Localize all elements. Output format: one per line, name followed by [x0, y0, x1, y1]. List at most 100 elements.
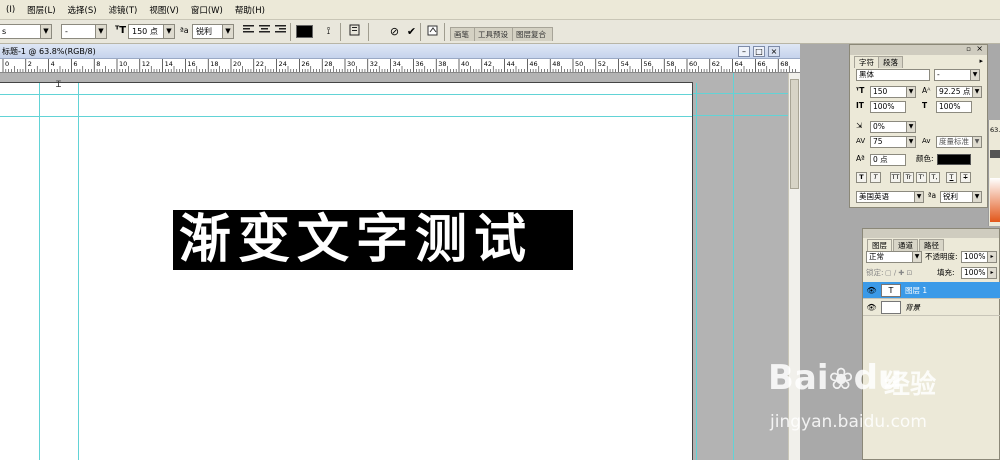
ruler-ticks: 0 2 4 6 8 10 12 14 16 18 20 22 24 26 28 30 32 34 36 38 40 42 4… — [2, 59, 796, 72]
guide-line[interactable] — [39, 83, 40, 460]
chevron-down-icon: ▼ — [972, 192, 981, 202]
leading-field[interactable]: 92.25 点 ▼ — [936, 86, 982, 98]
tab-layer-comps[interactable]: 图层复合 — [512, 27, 553, 41]
cancel-button[interactable]: ⊘ — [386, 23, 403, 40]
font-style-select[interactable]: - ▼ — [934, 69, 980, 81]
tab-layers[interactable]: 图层 — [867, 239, 892, 251]
color-ramp[interactable] — [990, 178, 1000, 222]
commit-button[interactable]: ✔ — [403, 23, 420, 40]
visibility-eye-icon[interactable]: 👁 — [866, 285, 877, 296]
tab-brushes[interactable]: 画笔 — [450, 27, 476, 41]
guide-line[interactable] — [0, 116, 692, 117]
guide-line[interactable] — [696, 83, 697, 460]
collapsed-panel[interactable]: 63. — [988, 120, 1000, 226]
subscript-button[interactable]: T, — [929, 172, 940, 183]
font-size-select[interactable]: 150 点 ▼ — [128, 24, 175, 39]
font-family-select[interactable]: s ▼ — [0, 24, 52, 39]
menu-item-image-fragment[interactable]: (I) — [0, 5, 21, 15]
superscript-button[interactable]: T' — [916, 172, 927, 183]
tab-tool-presets[interactable]: 工具预设 — [474, 27, 515, 41]
kerning-mode-value: 度量标准 — [939, 137, 969, 146]
align-left-button[interactable] — [240, 23, 257, 40]
faux-italic-button[interactable]: T — [870, 172, 881, 183]
horizontal-ruler[interactable]: 0 2 4 6 8 10 12 14 16 18 20 22 24 26 28 30 32 34 36 38 40 42 4… — [0, 59, 800, 73]
file-browser-button[interactable] — [424, 23, 441, 40]
guide-line[interactable] — [0, 94, 692, 95]
font-style-select[interactable]: - ▼ — [61, 24, 107, 39]
baseline-shift-field[interactable]: 0 点 — [870, 154, 906, 166]
font-style-value: - — [937, 70, 940, 79]
small-caps-button[interactable]: Tr — [903, 172, 914, 183]
color-swatch[interactable] — [990, 150, 1000, 158]
ruler-label: 2 — [28, 60, 32, 68]
align-center-button[interactable] — [256, 23, 273, 40]
menu-item-layer[interactable]: 图层(L) — [21, 4, 61, 16]
panel-header[interactable] — [863, 229, 999, 238]
underline-button[interactable]: T — [946, 172, 957, 183]
panel-menu-icon[interactable]: ▸ — [979, 57, 983, 65]
text-color-swatch[interactable] — [296, 25, 313, 38]
vertical-scale-field[interactable]: 100% — [870, 101, 906, 113]
kerning-field[interactable]: 75 ▼ — [870, 136, 916, 148]
kerning-mode-select[interactable]: 度量标准 ▼ — [936, 136, 982, 148]
ruler-label: 62 — [712, 60, 720, 68]
close-button[interactable]: × — [768, 46, 780, 57]
tab-paragraph[interactable]: 段落 — [878, 56, 903, 68]
document-canvas[interactable] — [0, 82, 697, 460]
layer-thumbnail: T — [881, 284, 901, 297]
menu-item-select[interactable]: 选择(S) — [62, 4, 103, 16]
chevron-down-icon: ▼ — [906, 122, 915, 132]
color-label: 颜色: — [916, 154, 934, 163]
chevron-right-icon: ▸ — [987, 268, 996, 278]
chevron-down-icon: ▼ — [40, 25, 51, 38]
font-family-select[interactable]: 黑体 — [856, 69, 930, 81]
minimize-button[interactable]: – — [738, 46, 750, 57]
menu-item-help[interactable]: 帮助(H) — [229, 4, 271, 16]
warp-text-icon: ⟟ — [326, 26, 331, 37]
document-title-bar[interactable]: 标题-1 @ 63.8%(RGB/8) – □ × — [0, 44, 800, 59]
document-title: 标题-1 @ 63.8%(RGB/8) — [2, 47, 96, 56]
lock-icons[interactable]: ▢ ∕ ✚ ⊡ — [885, 269, 912, 277]
antialias-select[interactable]: 锐利 ▼ — [940, 191, 982, 203]
fill-field[interactable]: 100% ▸ — [961, 267, 997, 279]
chevron-down-icon: ▼ — [95, 25, 106, 38]
guide-line[interactable] — [733, 73, 734, 460]
blend-mode-select[interactable]: 正常 ▼ — [866, 251, 922, 263]
tab-character[interactable]: 字符 — [854, 56, 879, 68]
close-icon[interactable]: × — [976, 44, 983, 53]
strikethrough-button[interactable]: T — [960, 172, 971, 183]
ruler-label: 58 — [666, 60, 674, 68]
font-size-field[interactable]: 150 ▼ — [870, 86, 916, 98]
text-color-swatch[interactable] — [937, 154, 971, 165]
layer-row[interactable]: 👁 背景 — [863, 299, 1000, 316]
minimize-icon[interactable]: ▫ — [966, 45, 971, 53]
visibility-eye-icon[interactable]: 👁 — [866, 302, 877, 313]
maximize-button[interactable]: □ — [753, 46, 765, 57]
panel-header[interactable]: ▫ × — [850, 44, 987, 55]
faux-bold-button[interactable]: T — [856, 172, 867, 183]
layer-row[interactable]: 👁 T 图层 1 — [863, 282, 1000, 299]
guide-line[interactable] — [78, 83, 79, 460]
guide-line[interactable] — [693, 115, 796, 116]
align-right-button[interactable] — [272, 23, 289, 40]
scrollbar-thumb[interactable] — [790, 79, 799, 189]
antialias-select[interactable]: 锐利 ▼ — [192, 24, 234, 39]
horizontal-scale-field[interactable]: 100% — [936, 101, 972, 113]
ruler-label: 56 — [643, 60, 651, 68]
text-layer-content[interactable]: 渐变文字测试 — [173, 210, 573, 270]
menu-item-view[interactable]: 视图(V) — [143, 4, 184, 16]
ruler-label: 64 — [735, 60, 743, 68]
tab-channels[interactable]: 通道 — [893, 239, 918, 251]
guide-line[interactable] — [693, 93, 796, 94]
menu-item-filter[interactable]: 滤镜(T) — [103, 4, 144, 16]
tracking-percent-field[interactable]: 0% ▼ — [870, 121, 916, 133]
tab-paths[interactable]: 路径 — [919, 239, 944, 251]
language-select[interactable]: 美国英语 ▼ — [856, 191, 924, 203]
toggle-panels-button[interactable] — [346, 23, 363, 40]
close-icon: × — [770, 47, 778, 56]
all-caps-button[interactable]: TT — [890, 172, 901, 183]
opacity-field[interactable]: 100% ▸ — [961, 251, 997, 263]
menu-item-window[interactable]: 窗口(W) — [185, 4, 229, 16]
ruler-label: 48 — [552, 60, 560, 68]
warp-text-button[interactable]: ⟟ — [320, 23, 337, 40]
